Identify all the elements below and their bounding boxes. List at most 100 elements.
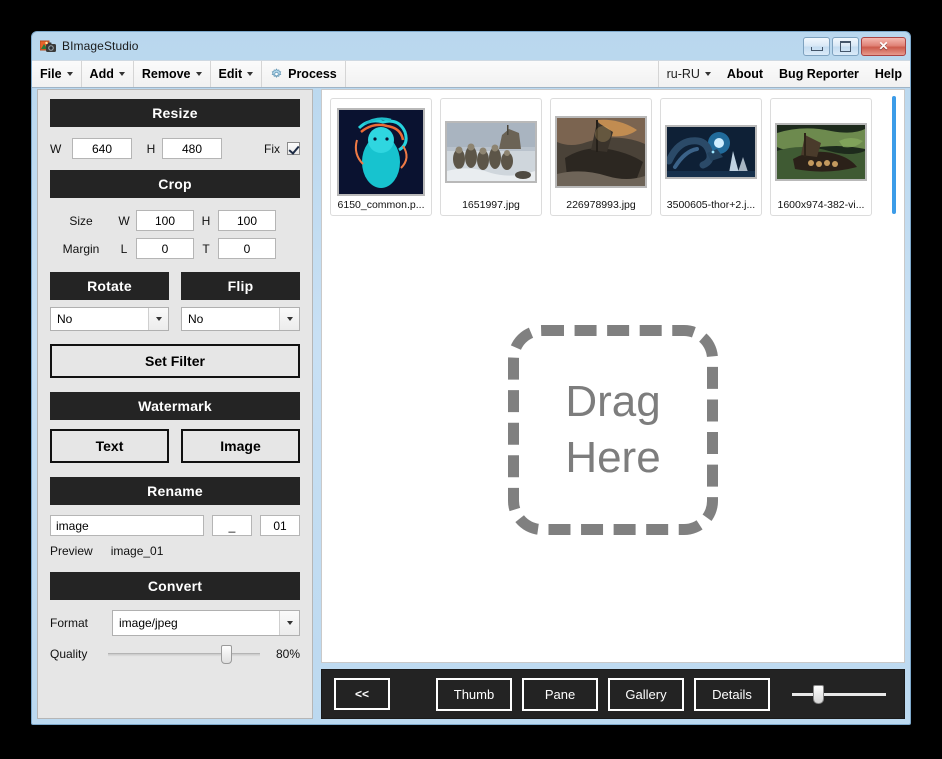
list-item[interactable]: 1600x974-382-vi... [770, 98, 872, 216]
main-panel: 6150_common.p... 1651997.jpg 226978993.j… [321, 89, 905, 719]
menu-bug-reporter[interactable]: Bug Reporter [771, 61, 867, 87]
crop-margin-left-input[interactable]: 0 [136, 238, 194, 259]
resize-width-input[interactable]: 640 [72, 138, 132, 159]
menu-about-label: About [726, 67, 764, 81]
drop-zone-outline: Drag Here [508, 325, 718, 535]
minimize-button[interactable] [803, 36, 830, 56]
zoom-slider-track [792, 693, 886, 696]
menu-bar: File Add Remove Edit Process ru-RU About… [32, 60, 910, 88]
menu-add-label: Add [89, 67, 114, 81]
flip-select[interactable]: No [181, 307, 300, 331]
collapse-panel-button[interactable]: << [334, 678, 390, 710]
thumbnail-scrollbar[interactable] [892, 96, 896, 214]
tab-pane[interactable]: Pane [522, 677, 598, 711]
tools-panel: Resize W 640 H 480 Fix Crop Size W 100 H… [37, 89, 313, 719]
watermark-text-button[interactable]: Text [50, 429, 169, 463]
menu-edit[interactable]: Edit [211, 61, 263, 87]
menu-spacer [346, 61, 659, 87]
rename-counter-input[interactable]: 01 [260, 515, 300, 536]
list-item[interactable]: 3500605-thor+2.j... [660, 98, 762, 216]
crop-size-label: Size [69, 213, 93, 228]
crop-margin-row: Margin L 0 T 0 [50, 238, 300, 259]
thumbnail-strip: 6150_common.p... 1651997.jpg 226978993.j… [322, 90, 904, 220]
convert-format-label: Format [50, 616, 89, 630]
thumbnail-filename: 3500605-thor+2.j... [666, 199, 756, 211]
convert-quality-row: Quality 80% [50, 645, 300, 664]
resize-height-label: H [146, 141, 156, 156]
crop-size-w-input[interactable]: 100 [136, 210, 194, 231]
rotate-section-header: Rotate [50, 272, 169, 300]
crop-size-h-label: H [201, 213, 211, 228]
resize-height-input[interactable]: 480 [162, 138, 222, 159]
rename-section-header: Rename [50, 477, 300, 505]
menu-right-group: ru-RU About Bug Reporter Help [659, 61, 910, 87]
list-item[interactable]: 6150_common.p... [330, 98, 432, 216]
drop-zone-line1: Drag [565, 376, 661, 426]
thumbnail-image [775, 122, 867, 181]
chevron-down-icon [279, 611, 299, 635]
quality-slider[interactable] [108, 645, 260, 664]
thumbnail-filename: 6150_common.p... [337, 199, 425, 211]
resize-section-header: Resize [50, 99, 300, 127]
title-bar: BImageStudio ✕ [32, 32, 910, 60]
menu-process-label: Process [288, 67, 337, 81]
zoom-slider[interactable] [792, 684, 886, 704]
chevron-down-icon [195, 72, 202, 76]
app-icon [39, 38, 56, 54]
crop-size-w-label: W [118, 213, 130, 228]
rotate-select[interactable]: No [50, 307, 169, 331]
menu-help[interactable]: Help [867, 61, 910, 87]
thumbnail-image-wrap [334, 104, 428, 199]
resize-fields-row: W 640 H 480 Fix [50, 138, 300, 159]
thumbnail-image [337, 107, 425, 196]
menu-process[interactable]: Process [262, 61, 346, 87]
flip-section-header: Flip [181, 272, 300, 300]
tab-details[interactable]: Details [694, 677, 770, 711]
thumbnail-image [445, 120, 537, 183]
convert-format-select[interactable]: image/jpeg [112, 610, 300, 636]
menu-bug-reporter-label: Bug Reporter [779, 67, 859, 81]
view-toolbar: << Thumb Pane Gallery Details [321, 669, 905, 719]
content-area: 6150_common.p... 1651997.jpg 226978993.j… [321, 89, 905, 663]
convert-quality-label: Quality [50, 647, 88, 661]
zoom-slider-thumb[interactable] [812, 685, 824, 704]
crop-margin-l-label: L [120, 241, 128, 256]
drop-zone-line2: Here [565, 433, 661, 482]
menu-about[interactable]: About [719, 61, 771, 87]
crop-margin-top-input[interactable]: 0 [218, 238, 276, 259]
resize-width-label: W [50, 141, 62, 156]
thumbnail-image-wrap [554, 104, 648, 199]
list-item[interactable]: 226978993.jpg [550, 98, 652, 216]
thumbnail-image-wrap [664, 104, 758, 199]
crop-section-header: Crop [50, 170, 300, 198]
maximize-button[interactable] [832, 36, 859, 56]
thumbnail-image-wrap [774, 104, 868, 199]
menu-file[interactable]: File [32, 61, 82, 87]
crop-margin-t-label: T [202, 241, 210, 256]
menu-edit-label: Edit [218, 67, 243, 81]
crop-size-row: Size W 100 H 100 [50, 210, 300, 231]
menu-language-label: ru-RU [666, 67, 700, 81]
list-item[interactable]: 1651997.jpg [440, 98, 542, 216]
tab-thumb[interactable]: Thumb [436, 677, 512, 711]
set-filter-button[interactable]: Set Filter [50, 344, 300, 378]
crop-size-h-input[interactable]: 100 [218, 210, 276, 231]
drop-zone[interactable]: Drag Here [322, 220, 904, 662]
chevron-down-icon [704, 72, 711, 76]
tab-gallery[interactable]: Gallery [608, 677, 684, 711]
watermark-image-button[interactable]: Image [181, 429, 300, 463]
chevron-down-icon [148, 308, 168, 330]
close-button[interactable]: ✕ [861, 36, 906, 56]
fix-aspect-checkbox[interactable] [287, 142, 300, 155]
rename-base-input[interactable]: image [50, 515, 204, 536]
window-controls: ✕ [803, 36, 906, 56]
menu-remove[interactable]: Remove [134, 61, 211, 87]
chevron-down-icon [279, 308, 299, 330]
menu-add[interactable]: Add [82, 61, 134, 87]
thumbnail-filename: 1651997.jpg [462, 199, 520, 211]
convert-quality-value: 80% [275, 647, 300, 661]
menu-language[interactable]: ru-RU [659, 61, 719, 87]
quality-slider-thumb[interactable] [220, 645, 232, 664]
minimize-icon [810, 46, 823, 51]
rename-separator-input[interactable]: _ [212, 515, 252, 536]
